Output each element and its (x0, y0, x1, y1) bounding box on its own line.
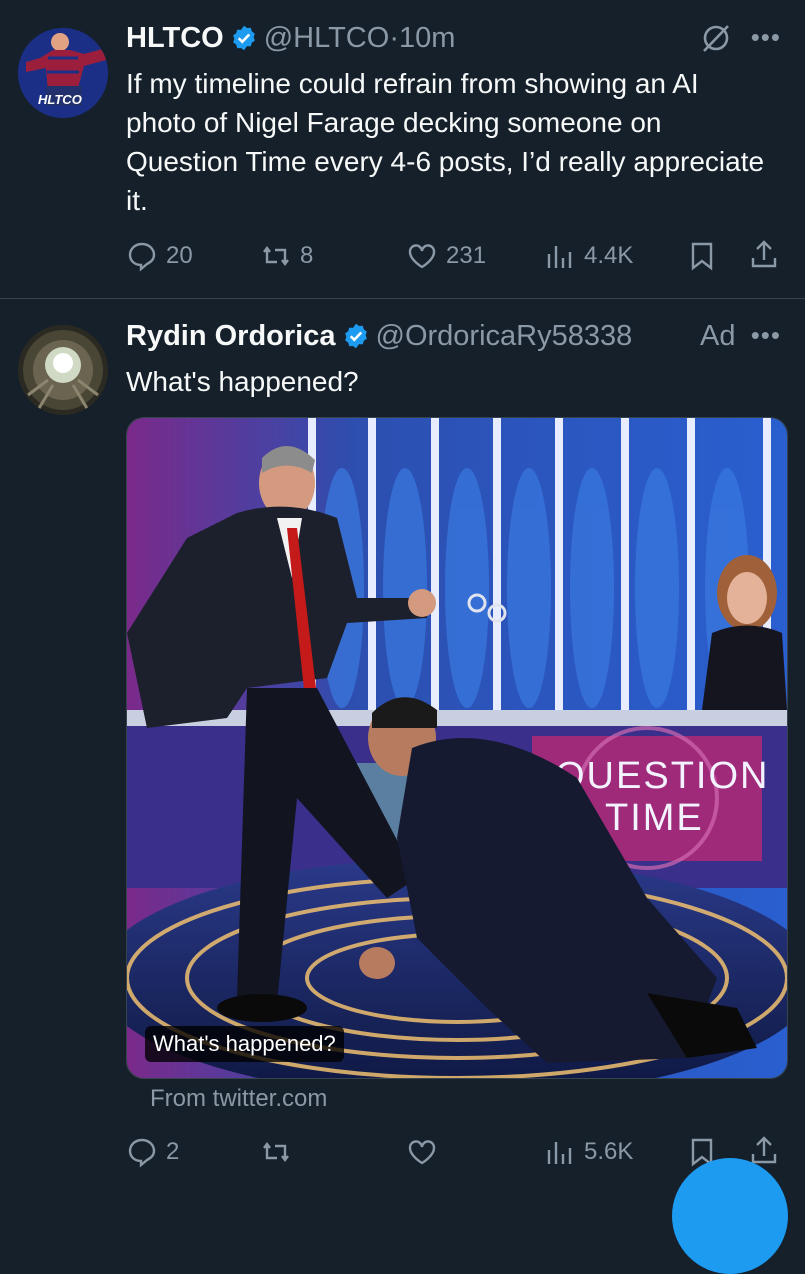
repost-button[interactable] (260, 1132, 300, 1172)
share-icon[interactable] (748, 238, 780, 270)
tweet-header: Rydin Ordorica @OrdoricaRy58338 (126, 318, 632, 354)
timestamp[interactable]: 10m (399, 22, 455, 54)
like-icon (408, 1140, 436, 1165)
tweet-text: What's happened? (126, 366, 359, 397)
media-alt-badge[interactable]: What's happened? (145, 1026, 344, 1062)
question-time-studio-image: QUESTION TIME (127, 418, 787, 1078)
more-icon[interactable]: ••• (751, 320, 781, 351)
like-icon (408, 244, 436, 269)
like-count: 231 (446, 242, 487, 269)
views-count: 5.6K (584, 1138, 634, 1165)
link-source[interactable]: From twitter.com (150, 1085, 327, 1113)
avatar-hltco-label: HLTCO (38, 92, 82, 107)
time-separator: · (389, 22, 399, 54)
verified-icon (232, 25, 255, 51)
tweet-actions: 20 8 231 4.4K (126, 236, 786, 276)
reply-count: 2 (166, 1138, 180, 1165)
repost-button[interactable]: 8 (260, 236, 313, 276)
views-icon (547, 246, 572, 268)
like-button[interactable]: 231 (406, 236, 486, 276)
avatar-rydin-image (18, 325, 108, 415)
tweet-text: If my timeline could refrain from showin… (126, 68, 765, 216)
tweet-media-image[interactable]: QUESTION TIME What's happened? (126, 417, 788, 1079)
avatar-rydin[interactable] (18, 325, 108, 415)
reply-count: 20 (166, 242, 193, 269)
repost-icon (263, 1142, 289, 1162)
author-handle[interactable]: @OrdoricaRy58338 (376, 320, 633, 352)
author-handle[interactable]: @HLTCO (264, 22, 390, 54)
reply-icon (128, 1138, 156, 1168)
more-icon[interactable]: ••• (751, 22, 781, 53)
ad-label: Ad (700, 320, 736, 352)
reply-button[interactable]: 20 (126, 236, 193, 276)
like-button[interactable] (406, 1132, 446, 1172)
author-name[interactable]: HLTCO (126, 22, 224, 54)
verified-icon (344, 323, 367, 349)
views-icon (547, 1142, 572, 1164)
avatar-hltco[interactable]: HLTCO (18, 28, 108, 118)
tweet-header: HLTCO @HLTCO·10m (126, 20, 455, 56)
bookmark-icon[interactable] (686, 240, 718, 272)
reply-icon (128, 242, 156, 272)
tweet-actions: 2 5.6K (126, 1132, 786, 1172)
repost-icon (263, 246, 289, 266)
views-button[interactable]: 4.4K (544, 236, 633, 276)
author-name[interactable]: Rydin Ordorica (126, 320, 336, 352)
views-count: 4.4K (584, 242, 634, 269)
views-button[interactable]: 5.6K (544, 1132, 633, 1172)
repost-count: 8 (300, 242, 314, 269)
tweet-hltco[interactable]: HLTCO HLTCO @HLTCO·10m ••• If my timeline… (0, 0, 805, 298)
media-caption-question: QUESTION (555, 755, 769, 797)
compose-fab-button[interactable] (672, 1158, 788, 1274)
share-icon[interactable] (748, 1134, 780, 1166)
grok-icon[interactable] (700, 22, 732, 54)
tweet-rydin-ordorica[interactable]: Rydin Ordorica @OrdoricaRy58338 Ad ••• Wh… (0, 299, 805, 1200)
media-caption-time: TIME (605, 797, 704, 839)
reply-button[interactable]: 2 (126, 1132, 179, 1172)
